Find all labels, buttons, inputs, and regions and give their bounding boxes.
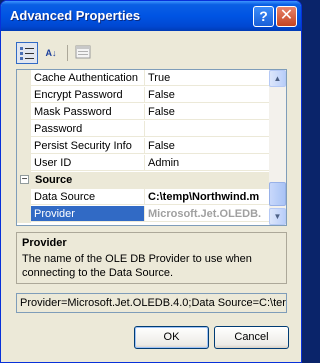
title-bar[interactable]: Advanced Properties ? ✕	[1, 1, 301, 31]
property-grid[interactable]: Cache Authentication True Encrypt Passwo…	[16, 69, 287, 226]
advanced-properties-dialog: Advanced Properties ? ✕ A↓ Cache Authent…	[0, 0, 302, 363]
categorized-icon[interactable]	[16, 42, 38, 64]
category-label: Source	[35, 174, 73, 186]
property-value[interactable]: False	[145, 104, 270, 120]
scroll-up-icon[interactable]: ▲	[269, 70, 286, 87]
scroll-down-icon[interactable]: ▼	[269, 208, 286, 225]
grid-row[interactable]: Data Source C:\temp\Northwind.m	[17, 189, 270, 206]
grid-row[interactable]: Password	[17, 121, 270, 138]
property-value[interactable]	[145, 121, 270, 137]
property-name: Encrypt Password	[31, 87, 145, 103]
property-value[interactable]: True	[145, 70, 270, 86]
grid-row[interactable]: User ID Admin	[17, 155, 270, 172]
property-value[interactable]: Microsoft.Jet.OLEDB.	[145, 206, 270, 222]
connection-string-field[interactable]: Provider=Microsoft.Jet.OLEDB.4.0;Data So…	[16, 293, 287, 313]
close-button[interactable]: ✕	[276, 6, 297, 27]
vertical-scrollbar[interactable]: ▲ ▼	[269, 70, 286, 225]
collapse-toggle-icon[interactable]: −	[20, 175, 29, 185]
category-row-source[interactable]: − Source	[17, 172, 270, 189]
property-value[interactable]: False	[145, 87, 270, 103]
help-button[interactable]: ?	[253, 6, 274, 27]
property-name: Persist Security Info	[31, 138, 145, 154]
description-panel: Provider The name of the OLE DB Provider…	[16, 232, 287, 284]
property-name: Password	[31, 121, 145, 137]
property-value[interactable]: False	[145, 138, 270, 154]
ok-button[interactable]: OK	[134, 326, 209, 349]
grid-row[interactable]: Persist Security Info False	[17, 138, 270, 155]
property-value[interactable]: Admin	[145, 155, 270, 171]
property-name: Data Source	[31, 189, 145, 205]
grid-row[interactable]: Cache Authentication True	[17, 70, 270, 87]
property-name: Mask Password	[31, 104, 145, 120]
alphabetical-icon[interactable]: A↓	[40, 42, 62, 64]
window-title: Advanced Properties	[10, 8, 141, 23]
property-name: User ID	[31, 155, 145, 171]
property-name: Cache Authentication	[31, 70, 145, 86]
cancel-button[interactable]: Cancel	[214, 326, 289, 349]
toolbar-separator	[67, 45, 68, 61]
description-title: Provider	[22, 237, 67, 249]
scroll-thumb[interactable]	[269, 182, 286, 206]
description-text: The name of the OLE DB Provider to use w…	[22, 253, 252, 279]
property-value[interactable]: C:\temp\Northwind.m	[145, 189, 270, 205]
property-name: Provider	[31, 206, 145, 222]
grid-row[interactable]: Mask Password False	[17, 104, 270, 121]
property-pages-icon[interactable]	[72, 42, 94, 64]
grid-row[interactable]: Encrypt Password False	[17, 87, 270, 104]
property-grid-toolbar: A↓	[16, 42, 96, 66]
grid-row-selected[interactable]: Provider Microsoft.Jet.OLEDB.	[17, 206, 270, 223]
